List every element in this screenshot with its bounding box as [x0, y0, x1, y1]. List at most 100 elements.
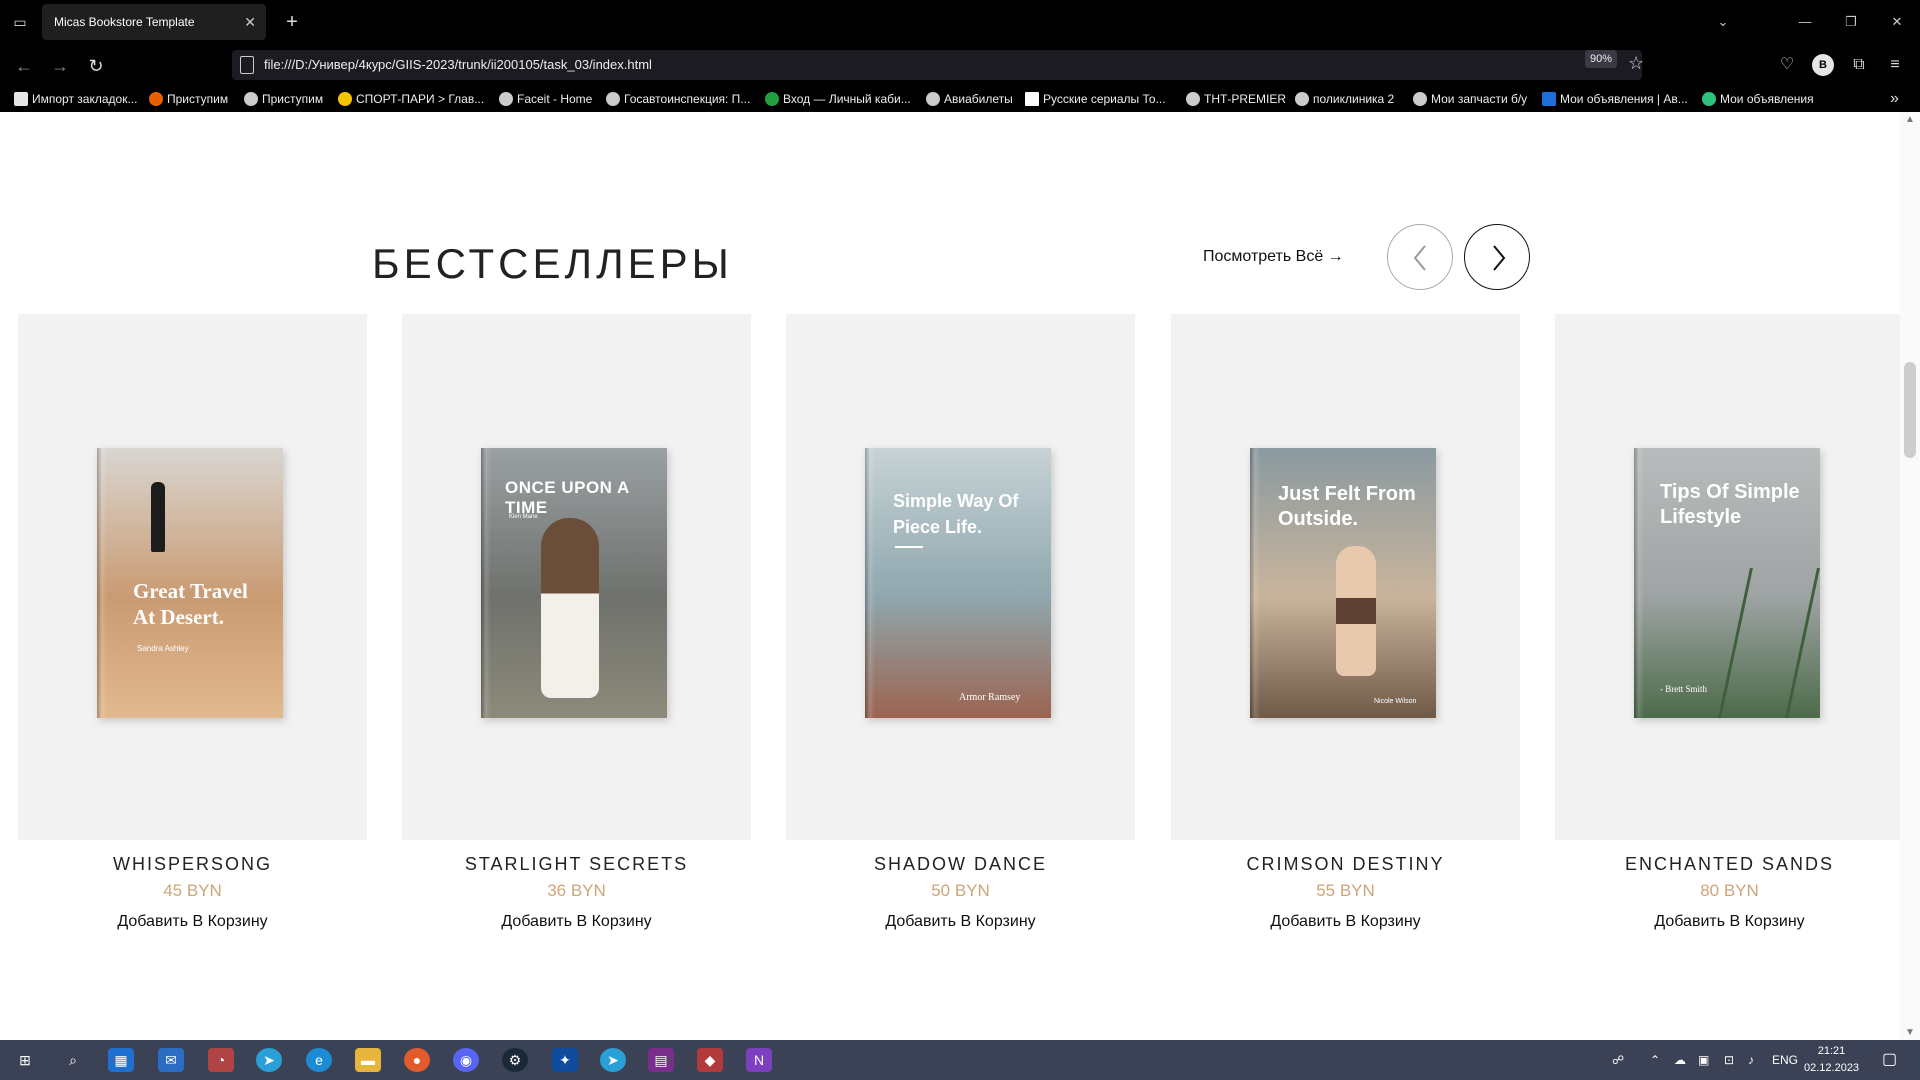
carousel-prev-button[interactable] — [1387, 224, 1453, 290]
volume-icon[interactable]: ♪ — [1748, 1040, 1754, 1080]
edge-icon[interactable]: e — [306, 1048, 332, 1072]
book-card[interactable]: Great Travel At Desert. Sandra Ashley WH… — [18, 314, 367, 931]
add-to-cart-button[interactable]: Добавить В Корзину — [1171, 913, 1520, 931]
address-bar[interactable]: file:///D:/Универ/4курс/GIIS-2023/trunk/… — [232, 50, 1642, 80]
book-card[interactable]: Simple Way Of Piece Life. Armor Ramsey S… — [786, 314, 1135, 931]
tab-overflow-chevron-icon[interactable]: ⌄ — [1712, 12, 1734, 32]
bookmark-item[interactable]: Мои запчасти б/у — [1413, 86, 1527, 112]
bookmark-item[interactable]: Мои объявления — [1702, 86, 1814, 112]
add-to-cart-button[interactable]: Добавить В Корзину — [1555, 913, 1900, 931]
page-scrollbar[interactable]: ▲ ▼ — [1900, 112, 1920, 1040]
speedometer-icon[interactable]: ◔ — [208, 1048, 234, 1072]
bookmark-star-icon[interactable]: ☆ — [1628, 53, 1644, 74]
minimize-button[interactable]: — — [1794, 12, 1816, 32]
book-cover[interactable]: Simple Way Of Piece Life. Armor Ramsey — [865, 448, 1051, 718]
back-button[interactable]: ← — [12, 54, 36, 78]
close-tab-icon[interactable]: ✕ — [244, 4, 256, 40]
firefox-icon[interactable]: ● — [404, 1048, 430, 1072]
cover-author: Sandra Ashley — [137, 644, 189, 653]
scroll-down-icon[interactable]: ▼ — [1905, 1027, 1915, 1038]
book-title[interactable]: ENCHANTED SANDS — [1555, 854, 1900, 875]
add-to-cart-button[interactable]: Добавить В Корзину — [402, 913, 751, 931]
book-cover[interactable]: Great Travel At Desert. Sandra Ashley — [97, 448, 283, 718]
windows-start-icon[interactable]: ⊞ — [12, 1048, 38, 1072]
book-title[interactable]: SHADOW DANCE — [786, 854, 1135, 875]
scroll-thumb[interactable] — [1904, 362, 1916, 458]
add-to-cart-button[interactable]: Добавить В Корзину — [786, 913, 1135, 931]
book-card[interactable]: Tips Of Simple Lifestyle - Brett Smith E… — [1555, 314, 1900, 931]
file-explorer-icon[interactable]: ▬ — [355, 1048, 381, 1072]
store-icon[interactable]: ▦ — [108, 1048, 134, 1072]
book-card-image-area[interactable]: Just Felt From Outside. Nicole Wilson — [1171, 314, 1520, 840]
cover-divider — [895, 546, 923, 548]
people-icon[interactable]: ☍ — [1612, 1040, 1624, 1080]
winrar-icon[interactable]: ▤ — [648, 1048, 674, 1072]
discord-icon[interactable]: ◉ — [453, 1048, 479, 1072]
book-card-image-area[interactable]: ONCE UPON A TIME Klen Marie — [402, 314, 751, 840]
add-to-cart-button[interactable]: Добавить В Корзину — [18, 913, 367, 931]
bookmark-item[interactable]: Приступим — [149, 86, 228, 112]
book-card-image-area[interactable]: Great Travel At Desert. Sandra Ashley — [18, 314, 367, 840]
monitor-icon[interactable]: ▣ — [1698, 1040, 1709, 1080]
tab-list-icon[interactable]: ▭ — [10, 12, 30, 32]
bookmarks-overflow-icon[interactable]: » — [1890, 86, 1899, 112]
book-cover[interactable]: Tips Of Simple Lifestyle - Brett Smith — [1634, 448, 1820, 718]
search-icon[interactable]: ⌕ — [60, 1048, 86, 1072]
visual-studio-icon[interactable]: N — [746, 1048, 772, 1072]
clock[interactable]: 21:21 02.12.2023 — [1804, 1043, 1859, 1077]
girl-figure — [541, 518, 599, 698]
pocket-icon[interactable]: ♡ — [1776, 54, 1798, 76]
bookmark-item[interactable]: Вход — Личный каби... — [765, 86, 911, 112]
book-cover[interactable]: ONCE UPON A TIME Klen Marie — [481, 448, 667, 718]
bookmark-item[interactable]: Импорт закладок... — [14, 86, 137, 112]
bookmark-item[interactable]: Авиабилеты — [926, 86, 1013, 112]
language-indicator[interactable]: ENG — [1772, 1040, 1798, 1080]
notification-icon[interactable]: ▢ — [1882, 1040, 1897, 1080]
book-card[interactable]: ONCE UPON A TIME Klen Marie STARLIGHT SE… — [402, 314, 751, 931]
book-cover[interactable]: Just Felt From Outside. Nicole Wilson — [1250, 448, 1436, 718]
mail-icon[interactable]: ✉ — [158, 1048, 184, 1072]
new-tab-button[interactable]: + — [280, 10, 304, 34]
restore-button[interactable]: ❐ — [1840, 12, 1862, 32]
book-card-image-area[interactable]: Tips Of Simple Lifestyle - Brett Smith — [1555, 314, 1900, 840]
globe-icon — [1413, 91, 1427, 106]
book-title[interactable]: WHISPERSONG — [18, 854, 367, 875]
carousel-next-button[interactable] — [1464, 224, 1530, 290]
cover-spine — [97, 448, 107, 718]
book-title[interactable]: STARLIGHT SECRETS — [402, 854, 751, 875]
forward-button[interactable]: → — [48, 54, 72, 78]
profile-icon[interactable]: B — [1812, 54, 1834, 76]
menu-icon[interactable]: ≡ — [1884, 54, 1906, 76]
network-icon[interactable]: ⊡ — [1724, 1040, 1734, 1080]
reload-button[interactable]: ↻ — [84, 54, 108, 78]
bookmark-item[interactable]: Русские сериалы То... — [1025, 86, 1166, 112]
view-all-link[interactable]: Посмотреть Всё → — [1203, 248, 1344, 266]
cover-spine — [1250, 448, 1260, 718]
bookmark-item[interactable]: Приступим — [244, 86, 323, 112]
cover-spine — [481, 448, 491, 718]
book-card-image-area[interactable]: Simple Way Of Piece Life. Armor Ramsey — [786, 314, 1135, 840]
extensions-icon[interactable]: ⧉ — [1848, 54, 1870, 76]
zoom-level-badge[interactable]: 90% — [1585, 50, 1617, 68]
book-title[interactable]: CRIMSON DESTINY — [1171, 854, 1520, 875]
app-icon[interactable]: ◆ — [697, 1048, 723, 1072]
tray-chevron-icon[interactable]: ⌃ — [1650, 1040, 1660, 1080]
book-card[interactable]: Just Felt From Outside. Nicole Wilson CR… — [1171, 314, 1520, 931]
bookmark-item[interactable]: Faceit - Home — [499, 86, 592, 112]
book-price: 36 BYN — [547, 881, 606, 900]
url-text[interactable]: file:///D:/Универ/4курс/GIIS-2023/trunk/… — [264, 50, 652, 80]
browser-tab[interactable]: Micas Bookstore Template ✕ — [42, 4, 266, 40]
telegram-icon[interactable]: ➤ — [256, 1048, 282, 1072]
bookmark-item[interactable]: поликлиника 2 — [1295, 86, 1394, 112]
cloud-icon[interactable]: ☁ — [1674, 1040, 1686, 1080]
steam-icon[interactable]: ⚙ — [502, 1048, 528, 1072]
bookmark-item[interactable]: ТНТ-PREMIER — [1186, 86, 1286, 112]
telegram-icon[interactable]: ➤ — [600, 1048, 626, 1072]
close-window-button[interactable]: ✕ — [1886, 12, 1908, 32]
scroll-up-icon[interactable]: ▲ — [1905, 114, 1915, 125]
bookmark-item[interactable]: СПОРТ-ПАРИ > Глав... — [338, 86, 484, 112]
bookmark-item[interactable]: Мои объявления | Ав... — [1542, 86, 1688, 112]
bookmark-item[interactable]: Госавтоинспекция: П... — [606, 86, 750, 112]
battlenet-icon[interactable]: ✦ — [552, 1048, 578, 1072]
cover-spine — [865, 448, 875, 718]
